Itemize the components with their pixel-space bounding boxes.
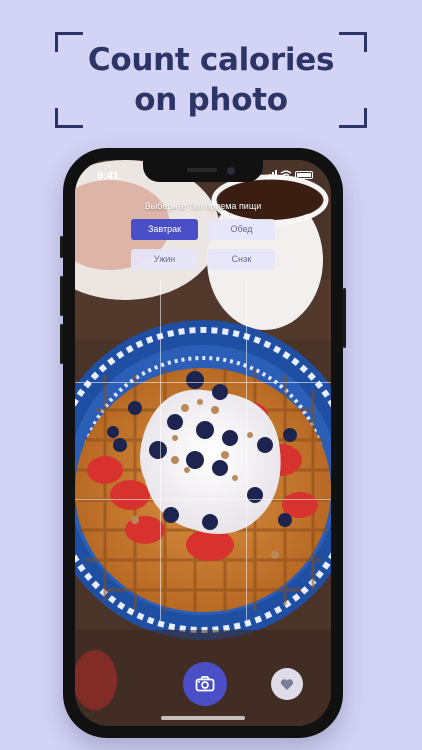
camera-grid-line-v1 bbox=[160, 280, 161, 620]
headline-line-2: on photo bbox=[134, 82, 288, 118]
heart-icon bbox=[280, 678, 294, 690]
phone-volume-up bbox=[60, 276, 63, 316]
phone-frame: 9:41 Выберите тип приема пищи Завтрак Об… bbox=[60, 148, 346, 738]
phone-power-button bbox=[343, 288, 346, 348]
camera-grid-line-h1 bbox=[75, 382, 331, 383]
front-camera bbox=[227, 167, 235, 175]
phone-notch bbox=[143, 160, 263, 182]
status-icons bbox=[266, 170, 313, 179]
meal-option-breakfast[interactable]: Завтрак bbox=[131, 219, 198, 240]
phone-mute-switch bbox=[60, 236, 63, 258]
meal-option-lunch[interactable]: Обед bbox=[208, 219, 275, 240]
meal-option-dinner[interactable]: Ужин bbox=[131, 249, 198, 270]
camera-screen: 9:41 Выберите тип приема пищи Завтрак Об… bbox=[75, 160, 331, 726]
favorites-button[interactable] bbox=[271, 668, 303, 700]
headline-line-1: Count calories bbox=[87, 42, 335, 78]
phone-volume-down bbox=[60, 324, 63, 364]
wifi-icon bbox=[280, 170, 292, 179]
capture-button[interactable] bbox=[183, 662, 227, 706]
speaker-grille bbox=[187, 168, 217, 172]
meal-type-prompt: Выберите тип приема пищи bbox=[144, 201, 262, 211]
camera-preview-photo bbox=[75, 160, 331, 726]
battery-icon bbox=[295, 170, 313, 179]
status-time: 9:41 bbox=[97, 170, 120, 182]
home-indicator[interactable] bbox=[161, 716, 245, 720]
camera-grid-line-h2 bbox=[75, 499, 331, 500]
headline: Count calories on photo bbox=[60, 40, 362, 120]
meal-option-snack[interactable]: Снэк bbox=[208, 249, 275, 270]
signal-icon bbox=[266, 170, 277, 179]
camera-grid-line-v2 bbox=[246, 280, 247, 620]
camera-icon bbox=[195, 676, 215, 692]
